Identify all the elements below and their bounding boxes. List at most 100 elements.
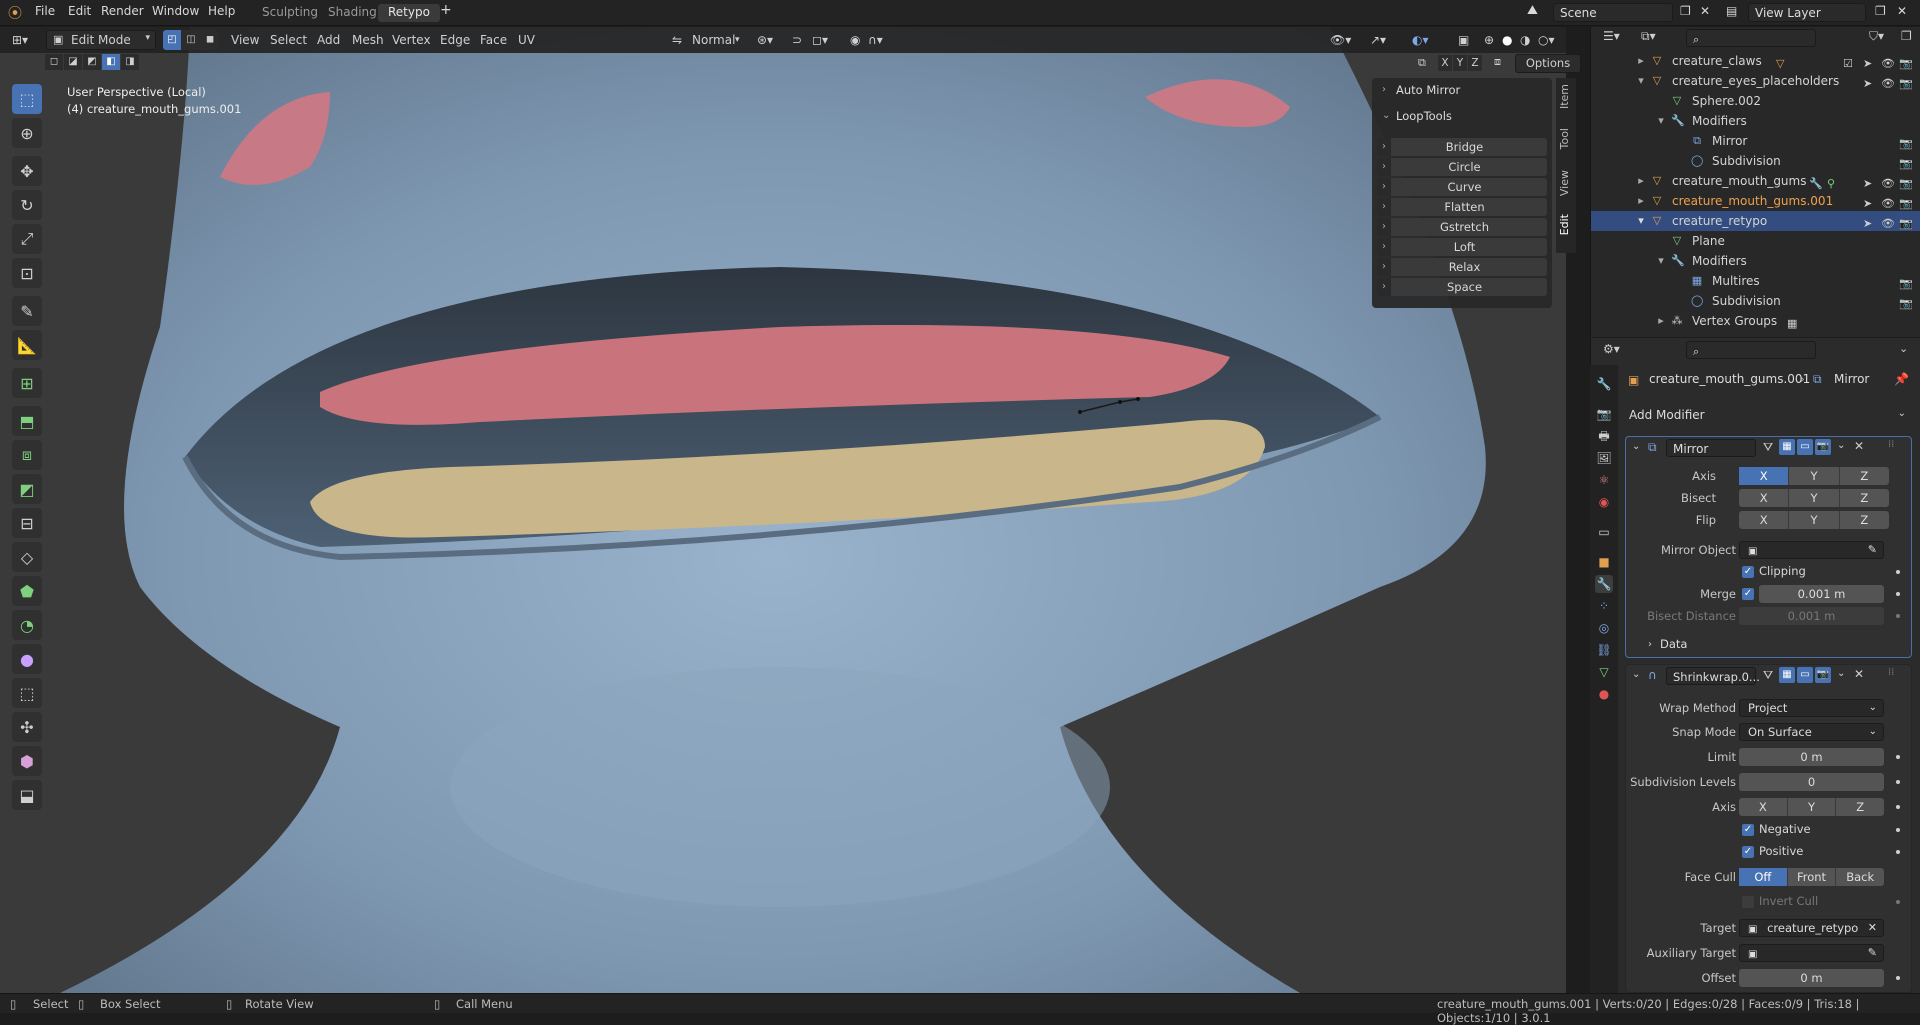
render-toggle-icon[interactable]: 📷: [1815, 439, 1831, 455]
modifier-name-field[interactable]: Shrinkwrap.0...: [1666, 667, 1760, 685]
close-view-layer-icon[interactable]: ✕: [1897, 4, 1907, 18]
menu-face[interactable]: Face: [480, 33, 507, 47]
positive-checkbox[interactable]: ✓: [1742, 846, 1754, 858]
chevron-down-icon[interactable]: ⌄: [1837, 440, 1845, 451]
proportional-edit-icon[interactable]: ◉: [850, 33, 860, 47]
outliner-row[interactable]: ▦ Multires 📷: [1591, 271, 1920, 291]
on-cage-toggle-icon[interactable]: ▦: [1779, 667, 1795, 683]
material-shading-icon[interactable]: ◑: [1520, 33, 1530, 47]
solid-shading-icon[interactable]: ●: [1502, 33, 1512, 47]
mirror-axis-x[interactable]: X: [1438, 55, 1452, 71]
falloff-icon[interactable]: ∩▾: [868, 33, 883, 47]
auto-merge-icon[interactable]: ⧈: [1494, 55, 1501, 69]
merge-distance-field[interactable]: 0.001 m: [1759, 585, 1884, 603]
tab-view[interactable]: View: [1558, 170, 1574, 196]
render-tab-icon[interactable]: 📷: [1595, 405, 1613, 423]
scene-field[interactable]: Scene: [1553, 3, 1673, 22]
rotate-tool-icon[interactable]: ↻: [12, 190, 42, 220]
flip-z-toggle[interactable]: Z: [1840, 511, 1889, 529]
looptools-loft-button[interactable]: › Loft: [1377, 238, 1547, 256]
select-extend-icon[interactable]: ◪: [64, 54, 82, 70]
expand-arrow-icon[interactable]: ▸: [1635, 55, 1647, 67]
edit-mode-toggle-icon[interactable]: ⛛: [1763, 668, 1773, 683]
bisect-x-toggle[interactable]: X: [1739, 489, 1790, 507]
outliner-row[interactable]: ◯ Subdivision 📷: [1591, 151, 1920, 171]
cursor-tool-icon[interactable]: ⊕: [12, 118, 42, 148]
rendered-shading-icon[interactable]: ○▾: [1538, 33, 1555, 47]
outliner-row[interactable]: ▸ ⁂ Vertex Groups ▦: [1591, 311, 1920, 331]
tab-item[interactable]: Item: [1558, 84, 1574, 109]
bevel-tool-icon[interactable]: ◩: [12, 474, 42, 504]
measure-tool-icon[interactable]: 📐: [12, 330, 42, 360]
bisect-distance-field[interactable]: 0.001 m: [1739, 607, 1884, 625]
workspace-tab-sculpting[interactable]: Sculpting: [252, 4, 328, 22]
orientation-selector[interactable]: Normal: [692, 33, 735, 47]
chevron-right-icon[interactable]: ›: [1382, 84, 1386, 95]
looptools-relax-button[interactable]: › Relax: [1377, 258, 1547, 276]
target-field[interactable]: ▣ creature_retypo ✕: [1739, 919, 1884, 937]
wrap-method-select[interactable]: Project ⌄: [1739, 699, 1884, 717]
menu-window[interactable]: Window: [152, 4, 199, 18]
expand-arrow-icon[interactable]: ▸: [1635, 195, 1647, 207]
outliner-row[interactable]: ▸ ▽ creature_claws ▽ ☑ ➤ 👁 📷: [1591, 51, 1920, 71]
menu-edge[interactable]: Edge: [440, 33, 470, 47]
flip-x-toggle[interactable]: X: [1739, 511, 1790, 529]
mirror-axis-z[interactable]: Z: [1468, 55, 1482, 71]
bisect-z-toggle[interactable]: Z: [1840, 489, 1889, 507]
move-tool-icon[interactable]: ✥: [12, 156, 42, 186]
chevron-down-icon[interactable]: ⌄: [1837, 668, 1845, 679]
new-view-layer-icon[interactable]: ❐: [1875, 4, 1886, 18]
mode-selector[interactable]: ▣ Edit Mode ▾: [46, 30, 156, 50]
blender-logo-icon[interactable]: ⦿: [8, 3, 22, 23]
shrink-fatten-tool-icon[interactable]: ✣: [12, 712, 42, 742]
axis-z-toggle[interactable]: Z: [1840, 467, 1889, 485]
keyframe-dot-icon[interactable]: [1896, 592, 1900, 596]
constraints-tab-icon[interactable]: ⛓: [1595, 641, 1613, 659]
knife-tool-icon[interactable]: ◇: [12, 542, 42, 572]
menu-mesh[interactable]: Mesh: [352, 33, 384, 47]
looptools-curve-button[interactable]: › Curve: [1377, 178, 1547, 196]
auto-mirror-panel-header[interactable]: Auto Mirror: [1396, 83, 1460, 97]
eyedropper-icon[interactable]: ✎: [1868, 945, 1877, 961]
output-tab-icon[interactable]: 🖶: [1595, 427, 1613, 445]
face-cull-off[interactable]: Off: [1739, 868, 1788, 886]
on-cage-toggle-icon[interactable]: ▦: [1779, 439, 1795, 455]
clear-icon[interactable]: ✕: [1868, 920, 1877, 936]
close-icon[interactable]: ✕: [1854, 667, 1864, 681]
keyframe-dot-icon[interactable]: [1896, 850, 1900, 854]
visibility-icon[interactable]: 👁▾: [1330, 33, 1351, 47]
data-tab-icon[interactable]: ▽: [1595, 663, 1613, 681]
outliner-row[interactable]: ▽ Plane: [1591, 231, 1920, 251]
outliner-search-input[interactable]: ⌕: [1686, 29, 1816, 47]
clipping-checkbox[interactable]: ✓: [1742, 566, 1754, 578]
axis-x-toggle[interactable]: X: [1739, 467, 1790, 485]
menu-render[interactable]: Render: [101, 4, 144, 18]
options-dropdown[interactable]: Options: [1515, 54, 1581, 73]
looptools-space-button[interactable]: › Space: [1377, 278, 1547, 296]
menu-view[interactable]: View: [231, 33, 259, 47]
drag-handle-icon[interactable]: ⁞⁞: [1888, 667, 1894, 678]
keyframe-dot-icon[interactable]: [1896, 828, 1900, 832]
keyframe-dot-icon[interactable]: [1896, 614, 1900, 618]
select-invert-icon[interactable]: ◧: [102, 54, 120, 70]
tab-edit[interactable]: Edit: [1558, 214, 1574, 235]
shear-tool-icon[interactable]: ⬢: [12, 746, 42, 776]
menu-select[interactable]: Select: [270, 33, 307, 47]
poly-build-tool-icon[interactable]: ⬟: [12, 576, 42, 606]
xray-icon[interactable]: ▣: [1458, 33, 1469, 47]
face-select-icon[interactable]: ◼: [201, 30, 219, 50]
auxiliary-target-field[interactable]: ▣ ✎: [1739, 944, 1884, 962]
expand-arrow-icon[interactable]: ▸: [1655, 315, 1667, 327]
pin-icon[interactable]: 📌: [1894, 372, 1909, 386]
close-icon[interactable]: ✕: [1854, 439, 1864, 453]
outliner-row[interactable]: ▽ Sphere.002: [1591, 91, 1920, 111]
drag-handle-icon[interactable]: ⁞⁞: [1888, 439, 1894, 450]
expand-arrow-icon[interactable]: ▾: [1655, 115, 1667, 127]
filter-icon[interactable]: ⛉▾: [1869, 29, 1884, 44]
limit-field[interactable]: 0 m: [1739, 748, 1884, 766]
merge-checkbox[interactable]: ✓: [1742, 588, 1754, 600]
subdivision-levels-field[interactable]: 0: [1739, 773, 1884, 791]
outliner-row[interactable]: ⧉ Mirror 📷: [1591, 131, 1920, 151]
tab-tool[interactable]: Tool: [1558, 128, 1574, 149]
invert-cull-checkbox[interactable]: [1742, 896, 1754, 908]
